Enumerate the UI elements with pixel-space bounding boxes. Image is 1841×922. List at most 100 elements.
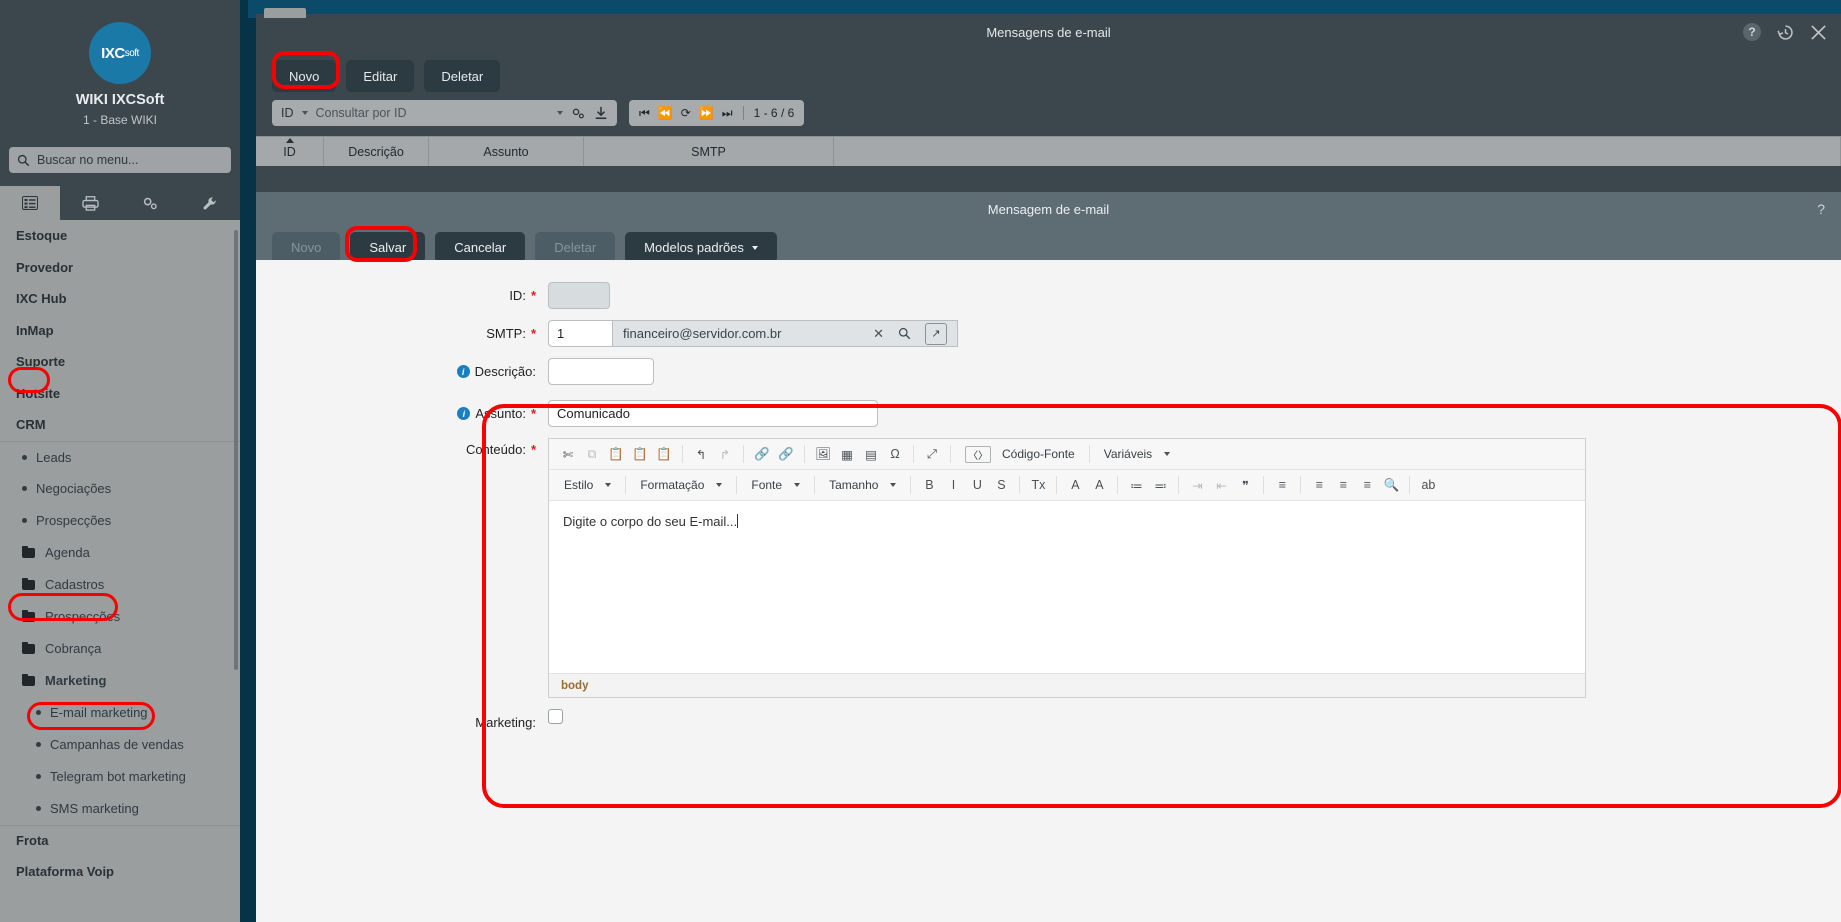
modal-cancel-button[interactable]: Cancelar <box>435 232 526 263</box>
image-icon[interactable]: 🖼 <box>812 443 834 465</box>
sidebar-item-frota[interactable]: Frota <box>0 824 240 857</box>
help-icon[interactable]: ? <box>1817 201 1825 217</box>
sidebar-item-inmap[interactable]: InMap <box>0 315 240 347</box>
text-color-icon[interactable]: A <box>1064 474 1086 496</box>
modal-save-button[interactable]: Salvar <box>350 232 426 263</box>
source-code-button[interactable]: 〈〉 Código-Fonte <box>958 443 1082 465</box>
variables-dropdown[interactable]: Variáveis <box>1097 443 1177 465</box>
sidebar-tab-tools[interactable] <box>180 186 240 220</box>
paste-word-icon[interactable]: 📋 <box>653 443 675 465</box>
horizontal-rule-icon[interactable]: ▤ <box>860 443 882 465</box>
copy-icon[interactable]: ⧉ <box>581 443 603 465</box>
sidebar-item-cobran-a[interactable]: Cobrança <box>0 633 240 665</box>
remove-format-icon[interactable]: Tx <box>1027 474 1049 496</box>
search-filter[interactable]: ID Consultar por ID <box>272 100 617 126</box>
find-icon[interactable]: 🔍 <box>1380 474 1402 496</box>
spellcheck-icon[interactable]: ab <box>1417 474 1439 496</box>
menu-search[interactable]: Buscar no menu... <box>9 147 231 173</box>
edit-button[interactable]: Editar <box>346 60 415 92</box>
sidebar-item-prospec-es[interactable]: Prospecções <box>0 505 240 537</box>
marketing-checkbox[interactable] <box>548 709 563 724</box>
prev-page-icon[interactable]: ⏪ <box>658 106 673 120</box>
new-button[interactable]: Novo <box>272 60 337 92</box>
sidebar-item-estoque[interactable]: Estoque <box>0 220 240 252</box>
gears-icon[interactable] <box>571 107 586 120</box>
paste-text-icon[interactable]: 📋 <box>629 443 651 465</box>
info-icon[interactable]: i <box>457 407 471 420</box>
refresh-icon[interactable]: ⟳ <box>681 106 691 120</box>
first-page-icon[interactable]: ⏮ <box>639 106 650 121</box>
bulleted-list-icon[interactable]: ≕ <box>1149 474 1171 496</box>
sidebar-item-telegram-bot-marketing[interactable]: Telegram bot marketing <box>0 761 240 793</box>
unlink-icon[interactable]: 🔗 <box>775 443 797 465</box>
link-icon[interactable]: 🔗 <box>751 443 773 465</box>
next-page-icon[interactable]: ⏩ <box>699 106 714 120</box>
sidebar-item-negocia-es[interactable]: Negociações <box>0 473 240 505</box>
size-dropdown[interactable]: Tamanho <box>822 474 903 496</box>
paste-icon[interactable]: 📋 <box>605 443 627 465</box>
maximize-icon[interactable]: ⤢ <box>921 443 943 465</box>
align-right-icon[interactable]: ≡ <box>1332 474 1354 496</box>
templates-dropdown-button[interactable]: Modelos padrões <box>625 232 777 263</box>
align-center-icon[interactable]: ≡ <box>1308 474 1330 496</box>
justify-icon[interactable]: ≡ <box>1356 474 1378 496</box>
sidebar-item-leads[interactable]: Leads <box>0 440 240 473</box>
sidebar-tab-settings[interactable] <box>120 186 180 220</box>
search-input[interactable]: Consultar por ID <box>316 106 550 120</box>
assunto-input[interactable]: Comunicado <box>548 400 878 427</box>
delete-button[interactable]: Deletar <box>424 60 501 92</box>
sidebar-scrollbar[interactable] <box>234 230 238 670</box>
sidebar-item-prospec-es[interactable]: Prospecções <box>0 601 240 633</box>
close-icon[interactable] <box>1810 24 1827 41</box>
download-icon[interactable] <box>594 106 608 120</box>
sidebar-item-suporte[interactable]: Suporte <box>0 346 240 378</box>
descricao-input[interactable] <box>548 358 654 385</box>
window-tab-stub[interactable] <box>264 8 306 18</box>
modal-new-button[interactable]: Novo <box>272 232 341 263</box>
style-dropdown[interactable]: Estilo <box>557 474 618 496</box>
align-left-icon[interactable]: ≡ <box>1271 474 1293 496</box>
help-icon[interactable]: ? <box>1743 23 1761 41</box>
search-icon[interactable] <box>898 327 911 340</box>
filter-chevron-down-icon[interactable] <box>557 111 563 115</box>
sidebar-item-plataforma-voip[interactable]: Plataforma Voip <box>0 856 240 888</box>
redo-icon[interactable]: ↱ <box>714 443 736 465</box>
grid-header-id[interactable]: ID <box>256 137 324 166</box>
sidebar-item-provedor[interactable]: Provedor <box>0 252 240 284</box>
editor-element-path[interactable]: body <box>549 673 1585 697</box>
format-dropdown[interactable]: Formatação <box>633 474 729 496</box>
sidebar-item-crm[interactable]: CRM <box>0 409 240 441</box>
sidebar-item-ixc-hub[interactable]: IXC Hub <box>0 283 240 315</box>
grid-header-descricao[interactable]: Descrição <box>324 137 429 166</box>
sidebar-item-marketing[interactable]: Marketing <box>0 665 240 697</box>
decrease-indent-icon[interactable]: ⇥ <box>1186 474 1208 496</box>
sidebar-item-hotsite[interactable]: Hotsite <box>0 378 240 410</box>
table-icon[interactable]: ▦ <box>836 443 858 465</box>
modal-delete-button[interactable]: Deletar <box>535 232 616 263</box>
external-link-icon[interactable]: ↗ <box>925 322 947 345</box>
editor-body[interactable]: Digite o corpo do seu E-mail... <box>549 501 1585 673</box>
sidebar-item-e-mail-marketing[interactable]: E-mail marketing <box>0 697 240 729</box>
font-dropdown[interactable]: Fonte <box>744 474 807 496</box>
grid-header-smtp[interactable]: SMTP <box>584 137 834 166</box>
sidebar-tab-menu[interactable] <box>0 186 60 220</box>
numbered-list-icon[interactable]: ≔ <box>1125 474 1147 496</box>
sidebar-item-cadastros[interactable]: Cadastros <box>0 569 240 601</box>
undo-icon[interactable]: ↰ <box>690 443 712 465</box>
info-icon[interactable]: i <box>456 365 470 378</box>
sidebar-item-sms-marketing[interactable]: SMS marketing <box>0 793 240 825</box>
history-icon[interactable] <box>1777 24 1794 41</box>
increase-indent-icon[interactable]: ⇤ <box>1210 474 1232 496</box>
strikethrough-icon[interactable]: S <box>990 474 1012 496</box>
chevron-down-icon[interactable] <box>301 111 308 115</box>
background-color-icon[interactable]: A <box>1088 474 1110 496</box>
sidebar-item-campanhas-de-vendas[interactable]: Campanhas de vendas <box>0 729 240 761</box>
sidebar-item-agenda[interactable]: Agenda <box>0 537 240 569</box>
cut-icon[interactable]: ✄ <box>557 443 579 465</box>
grid-header-assunto[interactable]: Assunto <box>429 137 584 166</box>
smtp-id-input[interactable]: 1 <box>548 320 613 347</box>
italic-icon[interactable]: I <box>942 474 964 496</box>
bold-icon[interactable]: B <box>918 474 940 496</box>
blockquote-icon[interactable]: ❞ <box>1234 474 1256 496</box>
filter-field-label[interactable]: ID <box>281 106 294 120</box>
